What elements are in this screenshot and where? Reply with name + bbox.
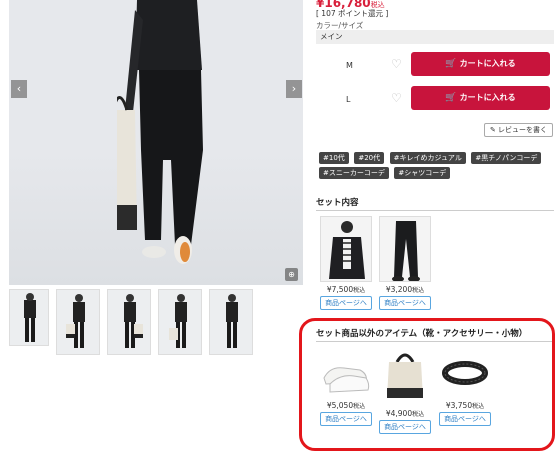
write-review-button[interactable]: ✎ レビューを書く: [484, 123, 553, 137]
set-item-jacket: ¥7,500税込 商品ページへ: [320, 216, 372, 310]
size-label: L: [346, 95, 351, 104]
tag[interactable]: #黒チノパンコーデ: [471, 152, 542, 164]
prev-image-button[interactable]: ‹: [11, 80, 27, 98]
zoom-button[interactable]: ⊕: [285, 268, 298, 281]
tag[interactable]: #キレイめカジュアル: [389, 152, 466, 164]
thumbnail-4[interactable]: [158, 289, 202, 355]
heart-icon[interactable]: ♡: [391, 57, 402, 71]
thumbnail-2[interactable]: [56, 289, 100, 355]
item-image[interactable]: [320, 216, 372, 282]
cart-icon: 🛒: [445, 59, 457, 69]
add-to-cart-button[interactable]: 🛒 カートに入れる: [411, 52, 550, 76]
zoom-icon: ⊕: [288, 270, 295, 279]
set-item-pants: ¥3,200税込 商品ページへ: [379, 216, 431, 310]
tag[interactable]: #10代: [319, 152, 349, 164]
main-product-photo: [9, 0, 303, 285]
item-price: ¥3,200税込: [385, 285, 425, 294]
set-items-title: セット内容: [316, 196, 554, 211]
size-row-l: L ♡ 🛒 カートに入れる: [316, 86, 554, 112]
chevron-left-icon: ‹: [16, 82, 22, 95]
thumbnail-1[interactable]: [9, 289, 49, 346]
model-figure: [117, 0, 203, 264]
tag[interactable]: #シャツコーデ: [394, 167, 451, 179]
highlight-annotation: [299, 318, 555, 451]
add-to-cart-button[interactable]: 🛒 カートに入れる: [411, 86, 550, 110]
item-image[interactable]: [379, 216, 431, 282]
thumbnail-5[interactable]: [209, 289, 253, 355]
points-info: [ 107 ポイント還元 ]: [316, 9, 389, 18]
cart-icon: 🛒: [445, 93, 457, 103]
tag[interactable]: #20代: [354, 152, 385, 164]
thumbnail-strip: [9, 289, 253, 355]
product-page-link[interactable]: 商品ページへ: [379, 296, 431, 310]
next-image-button[interactable]: ›: [286, 80, 302, 98]
heart-icon[interactable]: ♡: [391, 91, 402, 105]
thumbnail-3[interactable]: [107, 289, 151, 355]
item-price: ¥7,500税込: [326, 285, 366, 294]
chevron-right-icon: ›: [291, 82, 297, 95]
tag-list: #10代 #20代 #キレイめカジュアル #黒チノパンコーデ #スニーカーコーデ…: [319, 152, 555, 182]
size-row-m: M ♡ 🛒 カートに入れる: [316, 52, 554, 78]
pencil-icon: ✎: [489, 126, 496, 134]
size-label: M: [346, 61, 353, 70]
tag[interactable]: #スニーカーコーデ: [319, 167, 389, 179]
product-page-link[interactable]: 商品ページへ: [320, 296, 372, 310]
color-name: メイン: [316, 30, 554, 44]
